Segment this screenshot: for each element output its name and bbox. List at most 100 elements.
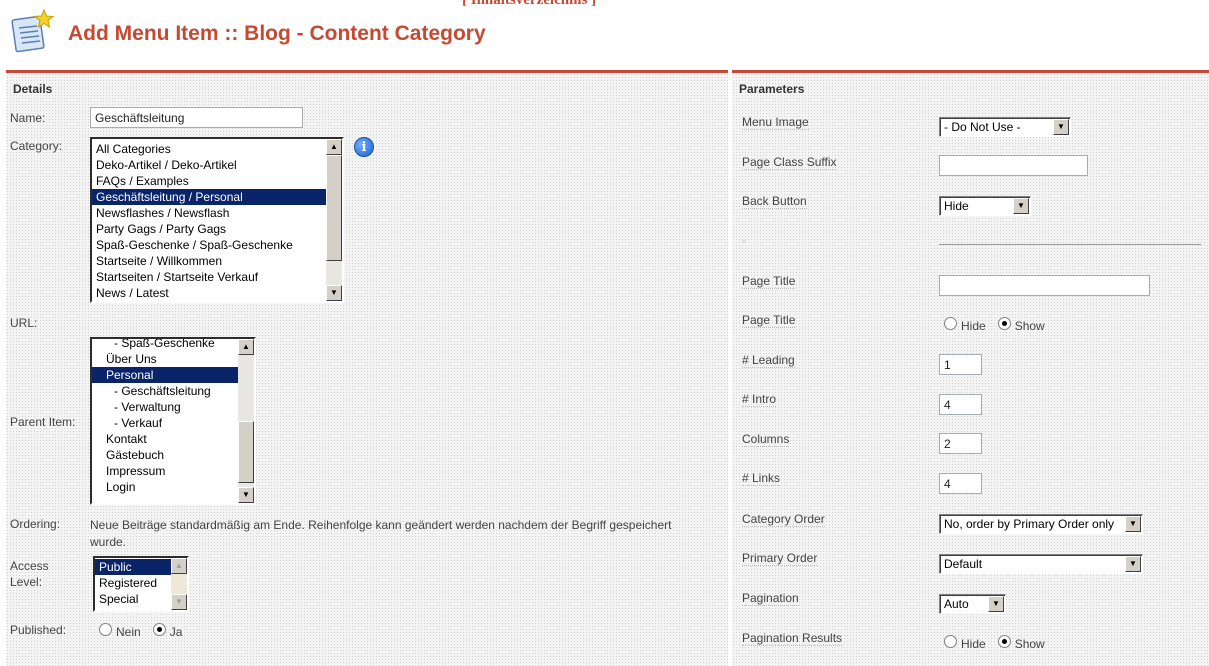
- url-label: URL:: [10, 316, 38, 330]
- page-title-show-label: Page Title: [742, 313, 796, 328]
- pagination-results-hide-label: Hide: [961, 637, 986, 651]
- category-option[interactable]: Party Gags / Party Gags: [92, 221, 342, 237]
- page-class-suffix-input[interactable]: [939, 155, 1088, 176]
- access-label-2: Level:: [10, 575, 43, 589]
- scroll-down-icon: ▼: [171, 594, 187, 610]
- leading-label: # Leading: [742, 353, 795, 368]
- parent-item-option[interactable]: Gästebuch: [92, 447, 254, 463]
- parent-item-option[interactable]: Login: [92, 479, 254, 495]
- parent-item-option[interactable]: - Verkauf: [92, 415, 254, 431]
- intro-label: # Intro: [742, 392, 777, 407]
- links-label: # Links: [742, 471, 781, 486]
- pagination-results-hide-radio[interactable]: [944, 634, 957, 648]
- pagination-results-show-label: Show: [1014, 637, 1045, 651]
- scroll-up-icon[interactable]: ▲: [326, 139, 342, 155]
- category-option[interactable]: FAQs / Examples: [92, 173, 342, 189]
- back-button-select[interactable]: Hide ▼: [939, 196, 1031, 216]
- menu-item-icon: [11, 8, 54, 53]
- category-option[interactable]: Spaß-Geschenke / Spaß-Geschenke: [92, 237, 342, 253]
- dropdown-arrow-icon[interactable]: ▼: [1013, 198, 1029, 214]
- pagination-results-radio-group: Hide Show: [944, 634, 1053, 651]
- category-option[interactable]: Startseite / Willkommen: [92, 253, 342, 269]
- page-title-hide-radio[interactable]: [944, 316, 957, 330]
- parameters-panel: Parameters Menu Image - Do Not Use - ▼ P…: [732, 70, 1209, 666]
- pagination-value: Auto: [944, 597, 969, 611]
- published-no-label: Nein: [116, 625, 141, 639]
- links-input[interactable]: 4: [939, 473, 982, 494]
- published-no-radio[interactable]: [99, 622, 112, 636]
- primary-order-select[interactable]: Default ▼: [939, 554, 1143, 574]
- category-option[interactable]: Deko-Artikel / Deko-Artikel: [92, 157, 342, 173]
- menu-image-value: - Do Not Use -: [944, 120, 1021, 134]
- ordering-label: Ordering:: [10, 517, 61, 531]
- name-input[interactable]: Geschäftsleitung: [90, 107, 303, 128]
- scroll-thumb[interactable]: [326, 155, 342, 261]
- parent-item-option[interactable]: - Spaß-Geschenke: [92, 339, 254, 351]
- pagination-select[interactable]: Auto ▼: [939, 594, 1006, 614]
- scroll-up-icon: ▲: [171, 558, 187, 574]
- category-option[interactable]: All Categories: [92, 141, 342, 157]
- page-title-hide-label: Hide: [961, 319, 986, 333]
- parent-item-option[interactable]: Kontakt: [92, 431, 254, 447]
- category-option[interactable]: Startseiten / Startseite Verkauf: [92, 269, 342, 285]
- spacer-divider: [939, 244, 1201, 245]
- primary-order-value: Default: [944, 557, 983, 571]
- intro-input[interactable]: 4: [939, 394, 982, 415]
- menu-image-label: Menu Image: [742, 115, 809, 130]
- parent-item-listbox[interactable]: - Spaß-Geschenke Über Uns Personal - Geschä…: [90, 337, 256, 505]
- dropdown-arrow-icon[interactable]: ▼: [988, 596, 1004, 612]
- published-yes-label: Ja: [169, 625, 183, 639]
- category-order-value: No, order by Primary Order only: [944, 517, 1115, 531]
- scroll-up-icon[interactable]: ▲: [238, 339, 254, 355]
- category-label: Category:: [10, 139, 63, 153]
- category-option[interactable]: News / Latest: [92, 285, 342, 301]
- columns-label: Columns: [742, 432, 790, 447]
- menu-image-select[interactable]: - Do Not Use - ▼: [939, 117, 1071, 137]
- parent-item-option[interactable]: - Geschäftsleitung: [92, 383, 254, 399]
- details-panel: Details Name: Geschäftsleitung Category:…: [6, 70, 728, 666]
- published-label: Published:: [10, 623, 67, 637]
- parent-item-label: Parent Item:: [10, 415, 76, 429]
- dropdown-arrow-icon[interactable]: ▼: [1125, 516, 1141, 532]
- primary-order-label: Primary Order: [742, 551, 818, 566]
- access-label-1: Access: [10, 559, 49, 573]
- leading-input[interactable]: 1: [939, 354, 982, 375]
- category-option[interactable]: Newsflashes / Newsflash: [92, 205, 342, 221]
- page-title-show-radio[interactable]: [997, 316, 1011, 330]
- parent-item-option[interactable]: Impressum: [92, 463, 254, 479]
- info-icon[interactable]: i: [354, 137, 374, 157]
- published-yes-radio[interactable]: [152, 622, 166, 636]
- page-class-suffix-label: Page Class Suffix: [742, 155, 837, 170]
- category-order-select[interactable]: No, order by Primary Order only ▼: [939, 514, 1143, 534]
- name-label: Name:: [10, 111, 46, 125]
- published-radio-group: Nein Ja: [99, 622, 190, 639]
- spacer-label: -: [742, 233, 746, 247]
- dropdown-arrow-icon[interactable]: ▼: [1053, 119, 1069, 135]
- page-title-label: Page Title: [742, 274, 796, 289]
- pagination-label: Pagination: [742, 591, 799, 606]
- back-button-label: Back Button: [742, 194, 807, 209]
- page-title-show-label-text: Show: [1014, 319, 1045, 333]
- access-level-listbox[interactable]: Public Registered Special ▲ ▼: [93, 556, 189, 612]
- columns-input[interactable]: 2: [939, 433, 982, 454]
- category-listbox[interactable]: All Categories Deko-Artikel / Deko-Artike…: [90, 137, 344, 303]
- page-title-radio-group: Hide Show: [944, 316, 1053, 333]
- table-of-contents-link[interactable]: [ Inhaltsverzeichnis ]: [462, 0, 596, 9]
- scroll-down-icon[interactable]: ▼: [326, 285, 342, 301]
- parent-item-option[interactable]: Personal: [92, 367, 254, 383]
- dropdown-arrow-icon[interactable]: ▼: [1125, 556, 1141, 572]
- scroll-thumb[interactable]: [238, 421, 254, 483]
- pagination-results-show-radio[interactable]: [997, 634, 1011, 648]
- category-order-label: Category Order: [742, 512, 825, 527]
- parent-scrollbar[interactable]: ▲ ▼: [238, 339, 254, 503]
- details-heading: Details: [6, 70, 728, 100]
- parent-item-option[interactable]: Über Uns: [92, 351, 254, 367]
- parameters-heading: Parameters: [732, 70, 1209, 100]
- category-option[interactable]: Geschäftsleitung / Personal: [92, 189, 342, 205]
- category-scrollbar[interactable]: ▲ ▼: [326, 139, 342, 301]
- pagination-results-label: Pagination Results: [742, 631, 843, 646]
- parent-item-option[interactable]: - Verwaltung: [92, 399, 254, 415]
- ordering-text: Neue Beiträge standardmäßig am Ende. Rei…: [90, 518, 672, 549]
- scroll-down-icon[interactable]: ▼: [238, 487, 254, 503]
- page-title-input[interactable]: [939, 275, 1150, 296]
